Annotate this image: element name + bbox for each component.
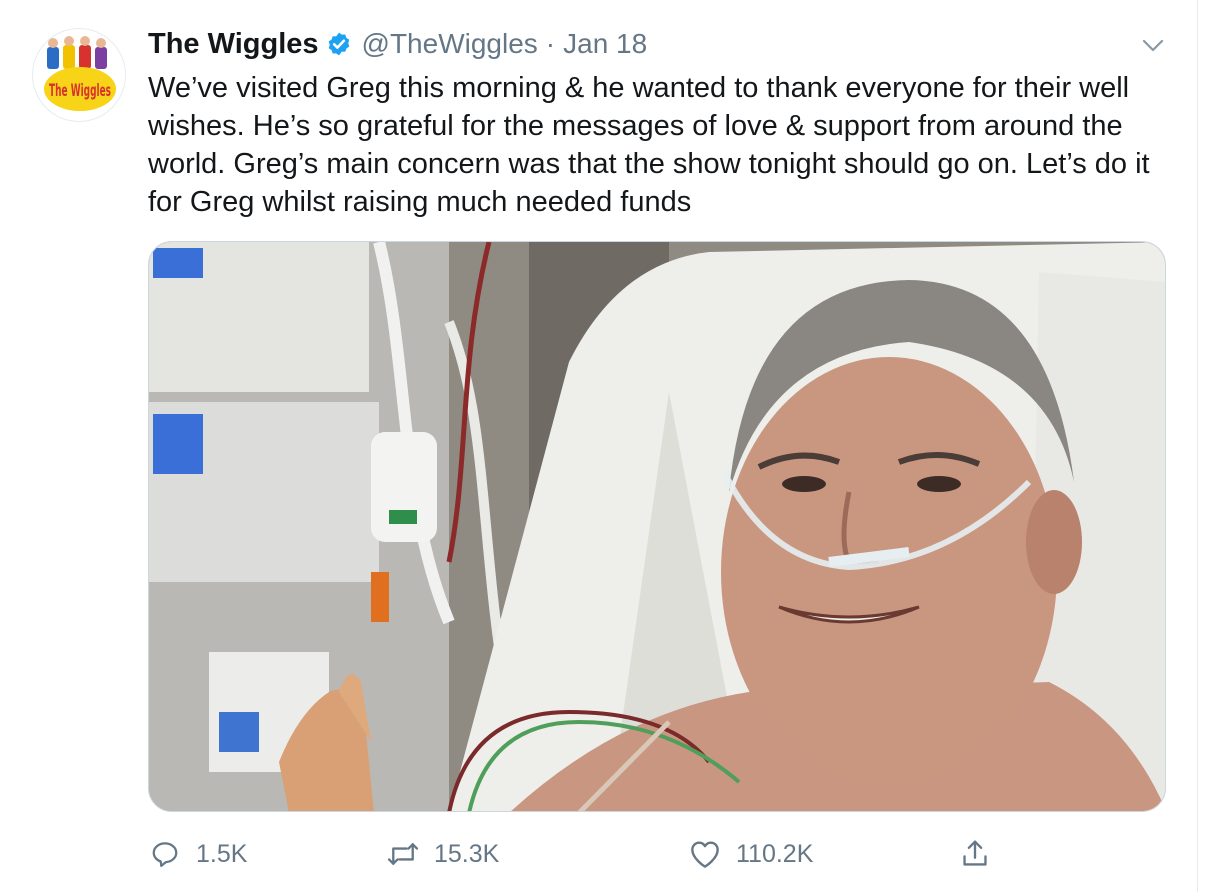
retweet-button[interactable]: 15.3K xyxy=(386,834,499,874)
tweet-photo[interactable] xyxy=(148,241,1166,812)
timeline-border xyxy=(1197,0,1198,892)
tweet-header: The Wiggles @TheWiggles · Jan 18 xyxy=(148,24,647,64)
like-count: 110.2K xyxy=(736,839,814,868)
reply-button[interactable]: 1.5K xyxy=(148,834,247,874)
chevron-down-icon[interactable] xyxy=(1140,32,1166,58)
retweet-arrows-icon xyxy=(386,837,420,871)
user-handle[interactable]: @TheWiggles xyxy=(362,28,538,60)
share-button[interactable] xyxy=(958,834,992,874)
avatar-logo-text: The Wiggles xyxy=(49,81,111,101)
separator-dot: · xyxy=(545,28,556,59)
heart-outline-icon xyxy=(688,837,722,871)
display-name[interactable]: The Wiggles xyxy=(148,28,319,61)
like-button[interactable]: 110.2K xyxy=(688,834,813,874)
retweet-count: 15.3K xyxy=(434,839,500,868)
tweet-actions: 1.5K 15.3K 110.2K xyxy=(148,834,1166,874)
speech-bubble-icon xyxy=(148,837,182,871)
verified-badge-icon xyxy=(326,31,352,57)
tweet-date[interactable]: Jan 18 xyxy=(563,28,647,60)
tweet-text: We’ve visited Greg this morning & he wan… xyxy=(148,72,1150,218)
share-upload-icon xyxy=(958,837,992,871)
reply-count: 1.5K xyxy=(196,839,248,868)
avatar[interactable]: The Wiggles xyxy=(32,28,126,122)
